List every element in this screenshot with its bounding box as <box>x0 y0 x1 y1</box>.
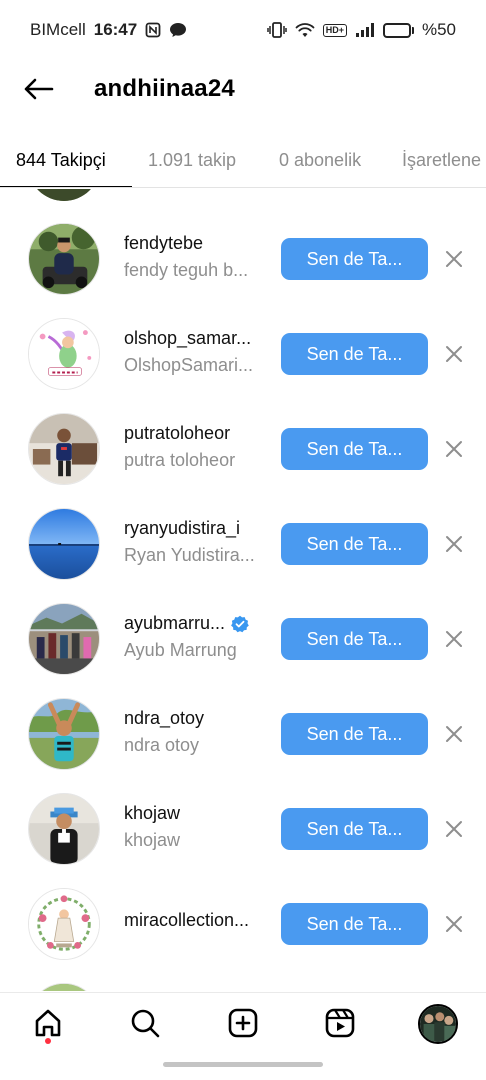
list-item: ryanyudistira_i Ryan Yudistira... Sen de… <box>0 474 486 580</box>
close-icon <box>446 441 462 457</box>
full-name: Ayub Marrung <box>124 640 237 660</box>
signal-icon <box>355 22 375 38</box>
username[interactable]: ayubmarru... <box>124 613 274 634</box>
username[interactable]: khojaw <box>124 803 274 824</box>
profile-avatar <box>418 1004 458 1044</box>
full-name: khojaw <box>124 830 181 850</box>
nfc-icon <box>145 22 161 38</box>
follow-back-button[interactable]: Sen de Ta... <box>281 713 428 755</box>
create-icon <box>228 1008 258 1038</box>
home-icon <box>35 1009 61 1037</box>
username[interactable]: miracollection... <box>124 910 274 931</box>
list-item: miracollection... Sen de Ta... <box>0 854 486 960</box>
home-indicator[interactable] <box>163 1062 323 1067</box>
tab-followers[interactable]: 844 Takipçi <box>16 132 106 187</box>
user-names: miracollection... <box>124 910 274 931</box>
remove-follower-button[interactable] <box>440 340 468 368</box>
battery-icon <box>382 22 414 38</box>
follow-back-button[interactable]: Sen de Ta... <box>281 523 428 565</box>
follow-back-button[interactable]: Sen de Ta... <box>281 618 428 660</box>
user-names: ndra_otoy ndra otoy <box>124 708 274 756</box>
nav-home[interactable] <box>30 1005 66 1041</box>
remove-follower-button[interactable] <box>440 910 468 938</box>
remove-follower-button[interactable] <box>440 815 468 843</box>
tab-subscriptions[interactable]: 0 abonelik <box>279 132 361 187</box>
remove-follower-button[interactable] <box>440 435 468 463</box>
list-item: fendytebe fendy teguh b... Sen de Ta... <box>0 189 486 295</box>
notification-dot <box>45 1038 51 1044</box>
full-name: Ryan Yudistira... <box>124 545 255 565</box>
list-item: olshop_samar... OlshopSamari... Sen de T… <box>0 284 486 390</box>
carrier-name: BIMcell <box>30 20 86 39</box>
back-button[interactable] <box>18 69 58 109</box>
bottom-navigation <box>0 992 486 1052</box>
close-icon <box>446 821 462 837</box>
username[interactable]: putratoloheor <box>124 423 274 444</box>
nav-search[interactable] <box>127 1005 163 1041</box>
user-names: putratoloheor putra toloheor <box>124 423 274 471</box>
status-left: BIMcell 16:47 <box>30 20 187 40</box>
list-item: ayubmarru... Ayub Marrung Sen de Ta... <box>0 569 486 675</box>
nav-create[interactable] <box>225 1005 261 1041</box>
verified-badge-icon <box>231 615 249 632</box>
hd-badge: HD+ <box>322 23 347 37</box>
remove-follower-button[interactable] <box>440 720 468 748</box>
reels-icon <box>325 1008 355 1038</box>
username[interactable]: ryanyudistira_i <box>124 518 274 539</box>
header: andhiinaa24 <box>0 60 486 118</box>
follow-back-button[interactable]: Sen de Ta... <box>281 428 428 470</box>
follow-back-button[interactable]: Sen de Ta... <box>281 808 428 850</box>
chat-bubble-icon <box>169 22 187 38</box>
user-names: ayubmarru... Ayub Marrung <box>124 613 274 661</box>
tab-active-indicator <box>0 186 132 187</box>
follow-back-button[interactable]: Sen de Ta... <box>281 333 428 375</box>
close-icon <box>446 916 462 932</box>
remove-follower-button[interactable] <box>440 625 468 653</box>
search-icon <box>131 1009 160 1038</box>
status-right: HD+ %50 <box>266 20 456 40</box>
tab-tagged[interactable]: İşaretlene <box>402 132 481 187</box>
remove-follower-button[interactable] <box>440 245 468 273</box>
close-icon <box>446 726 462 742</box>
list-item: khojaw khojaw Sen de Ta... <box>0 759 486 865</box>
tab-bar: 844 Takipçi 1.091 takip 0 abonelik İşare… <box>0 132 486 188</box>
page-title: andhiinaa24 <box>94 75 235 102</box>
arrow-left-icon <box>24 78 54 100</box>
remove-follower-button[interactable] <box>440 530 468 558</box>
full-name: ndra otoy <box>124 735 200 755</box>
full-name: OlshopSamari... <box>124 355 254 375</box>
list-item <box>0 949 486 991</box>
tab-following[interactable]: 1.091 takip <box>148 132 236 187</box>
close-icon <box>446 536 462 552</box>
username[interactable]: olshop_samar... <box>124 328 274 349</box>
close-icon <box>446 251 462 267</box>
user-names: olshop_samar... OlshopSamari... <box>124 328 274 376</box>
status-bar: BIMcell 16:47 HD+ %50 <box>0 0 486 60</box>
user-names: ryanyudistira_i Ryan Yudistira... <box>124 518 274 566</box>
user-names: khojaw khojaw <box>124 803 274 851</box>
followers-list[interactable]: fendytebe fendy teguh b... Sen de Ta... … <box>0 189 486 991</box>
follow-back-button[interactable]: Sen de Ta... <box>281 903 428 945</box>
close-icon <box>446 631 462 647</box>
username[interactable]: ndra_otoy <box>124 708 274 729</box>
user-names: fendytebe fendy teguh b... <box>124 233 274 281</box>
vibrate-icon <box>266 21 287 39</box>
avatar[interactable] <box>28 983 100 991</box>
list-item: ndra_otoy ndra otoy Sen de Ta... <box>0 664 486 770</box>
follow-back-button[interactable]: Sen de Ta... <box>281 238 428 280</box>
full-name: fendy teguh b... <box>124 260 249 280</box>
battery-percent: %50 <box>421 20 456 39</box>
username[interactable]: fendytebe <box>124 233 274 254</box>
full-name: putra toloheor <box>124 450 236 470</box>
clock: 16:47 <box>93 20 138 39</box>
nav-reels[interactable] <box>322 1005 358 1041</box>
close-icon <box>446 346 462 362</box>
list-item: putratoloheor putra toloheor Sen de Ta..… <box>0 379 486 485</box>
nav-profile[interactable] <box>417 1003 459 1045</box>
wifi-icon <box>295 22 315 38</box>
